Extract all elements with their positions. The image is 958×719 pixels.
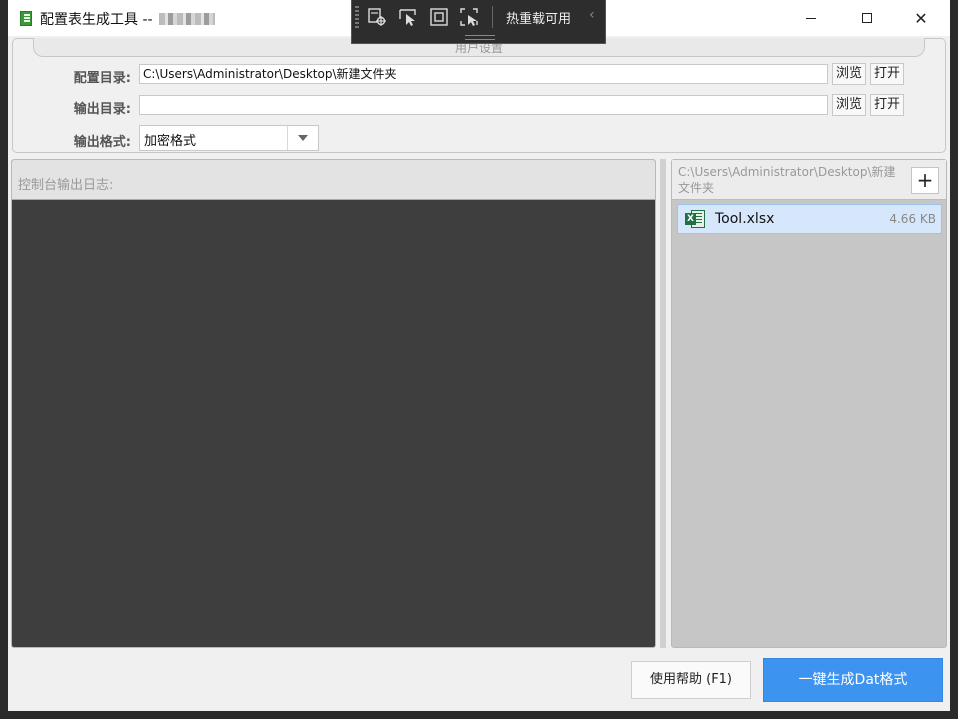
file-panel-path: C:\Users\Administrator\Desktop\新建文件夹 [678,165,896,195]
console-title: 控制台输出日志: [18,178,114,193]
output-open-button[interactable]: 打开 [870,94,904,116]
output-browse-button[interactable]: 浏览 [832,94,866,116]
output-format-label: 输出格式: [73,135,131,150]
file-panel-header: C:\Users\Administrator\Desktop\新建文件夹 + [672,160,946,200]
hot-reload-status: 热重载可用 [506,12,572,27]
config-browse-button[interactable]: 浏览 [832,63,866,85]
minimize-icon [806,17,816,19]
file-name: Tool.xlsx [715,211,775,227]
pointer-icon[interactable] [397,6,419,28]
console-header: 控制台输出日志: [12,160,655,200]
file-panel: C:\Users\Administrator\Desktop\新建文件夹 + X… [671,159,947,648]
file-size: 4.66 KB [889,212,936,226]
config-dir-label: 配置目录: [73,71,131,86]
redacted-title-suffix [158,13,215,25]
spreadsheet-app-icon [20,11,32,26]
dev-toolbar: 热重载可用 ‹ [351,0,606,44]
output-format-value: 加密格式 [144,134,197,149]
close-icon: ✕ [914,8,928,28]
excel-file-icon: X [685,210,705,228]
close-button[interactable]: ✕ [898,0,944,36]
drag-grip-icon[interactable] [355,6,359,30]
list-item[interactable]: X Tool.xlsx 4.66 KB [677,204,942,234]
add-file-button[interactable]: + [911,167,939,194]
output-format-select[interactable]: 加密格式 [139,125,319,151]
output-dir-label: 输出目录: [73,102,131,117]
panel-splitter[interactable] [660,159,666,648]
app-window: 配置表生成工具 -- ✕ 用户设置 配置目录: C:\Users\Adminis… [8,0,950,711]
chevron-down-icon [298,135,308,141]
console-panel[interactable]: 控制台输出日志: [11,159,656,648]
output-dir-input[interactable] [139,95,828,115]
maximize-icon [862,13,872,23]
collapse-chevron-icon[interactable]: ‹ [589,7,595,23]
maximize-button[interactable] [844,0,890,36]
minimize-button[interactable] [788,0,834,36]
track-focus-icon[interactable] [458,6,480,28]
select-element-icon[interactable] [366,6,388,28]
layout-adorner-icon[interactable] [428,6,450,28]
window-title: 配置表生成工具 -- [40,9,215,29]
toolbar-handle[interactable] [465,35,495,40]
generate-dat-button[interactable]: 一键生成Dat格式 [763,658,943,702]
config-open-button[interactable]: 打开 [870,63,904,85]
help-button[interactable]: 使用帮助 (F1) [631,661,751,699]
dropdown-button[interactable] [287,126,318,150]
config-dir-input[interactable]: C:\Users\Administrator\Desktop\新建文件夹 [139,64,828,84]
user-settings-group: 用户设置 配置目录: C:\Users\Administrator\Deskto… [12,38,946,153]
